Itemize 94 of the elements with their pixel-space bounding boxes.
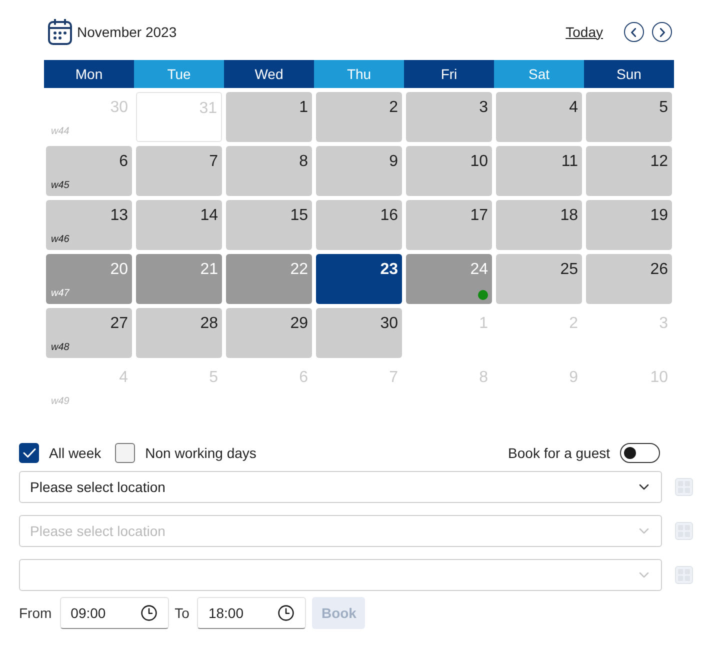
day-cell[interactable]: 17 <box>406 200 492 250</box>
weekday-header: Thu <box>314 60 404 88</box>
time-label: To <box>174 604 190 622</box>
day-number: 1 <box>299 98 308 118</box>
day-number: 8 <box>299 152 308 172</box>
checkbox-label: Non working days <box>145 444 256 463</box>
day-cell[interactable]: 29 <box>226 308 312 358</box>
month-title: November 2023 <box>77 22 177 42</box>
day-number: 14 <box>200 206 218 226</box>
day-cell[interactable]: 28 <box>136 308 222 358</box>
location-select[interactable]: Please select location <box>19 471 662 503</box>
day-number: 13 <box>110 206 128 226</box>
day-number: 5 <box>659 98 668 118</box>
toggle-label: Book for a guest <box>508 444 610 463</box>
day-number: 6 <box>119 152 128 172</box>
day-cell[interactable]: 9 <box>316 146 402 196</box>
day-number: 4 <box>569 98 578 118</box>
day-number: 10 <box>470 152 488 172</box>
time-input[interactable]: 09:00 <box>60 597 169 629</box>
previous-month-button[interactable] <box>624 22 644 42</box>
day-cell[interactable]: 25 <box>496 254 582 304</box>
checkbox[interactable] <box>115 443 136 463</box>
day-number: 7 <box>209 152 218 172</box>
day-number: 28 <box>200 314 218 334</box>
check-icon <box>22 448 36 458</box>
chevron-right-icon <box>660 28 665 36</box>
chevron-left-icon <box>631 28 636 36</box>
day-cell[interactable]: 14 <box>136 200 222 250</box>
day-cell[interactable]: 6 w45 <box>46 146 132 196</box>
day-cell[interactable]: 10 <box>406 146 492 196</box>
checkbox-label: All week <box>49 444 102 462</box>
day-number: 18 <box>560 206 578 226</box>
checkbox[interactable] <box>19 443 39 463</box>
day-cell[interactable]: 3 <box>406 92 492 142</box>
day-number: 27 <box>110 314 128 334</box>
weekday-header: Mon <box>44 60 134 88</box>
day-number: 20 <box>110 260 128 280</box>
chevron-down-icon <box>639 484 649 490</box>
day-cell[interactable]: 16 <box>316 200 402 250</box>
day-number: 25 <box>560 260 578 280</box>
day-cell[interactable]: 4 <box>496 92 582 142</box>
clock-icon <box>278 605 294 621</box>
day-number: 9 <box>389 152 398 172</box>
chevron-down-icon <box>639 572 649 578</box>
chevron-down-icon <box>639 528 649 534</box>
day-number: 23 <box>380 260 398 280</box>
day-number: 12 <box>650 152 668 172</box>
day-number: 19 <box>650 206 668 226</box>
week-number: w47 <box>51 288 70 300</box>
week-number: w49 <box>51 396 70 408</box>
day-number: 15 <box>290 206 308 226</box>
time-label: From <box>19 604 52 622</box>
day-number: 29 <box>290 314 308 334</box>
day-cell[interactable]: 7 <box>136 146 222 196</box>
week-number: w44 <box>51 126 70 138</box>
day-cell[interactable]: 30 <box>316 308 402 358</box>
weekday-header: Fri <box>404 60 494 88</box>
weekday-header: Sat <box>494 60 584 88</box>
day-cell[interactable]: 11 <box>496 146 582 196</box>
day-cell[interactable]: 8 <box>226 146 312 196</box>
week-number: w48 <box>51 342 70 354</box>
day-number: 3 <box>479 98 488 118</box>
day-number: 2 <box>389 98 398 118</box>
weekday-header: Tue <box>134 60 224 88</box>
day-number: 30 <box>380 314 398 334</box>
weekday-header: Wed <box>224 60 314 88</box>
clock-icon <box>140 605 157 621</box>
toggle-switch[interactable] <box>620 443 660 463</box>
day-number: 17 <box>470 206 488 226</box>
day-cell[interactable]: 5 <box>586 92 672 142</box>
day-cell[interactable]: 12 <box>586 146 672 196</box>
day-cell[interactable]: 19 <box>586 200 672 250</box>
weekday-header: Sun <box>584 60 674 88</box>
day-cell[interactable]: 27 w48 <box>46 308 132 358</box>
day-cell[interactable]: 26 <box>586 254 672 304</box>
week-number: w46 <box>51 234 70 246</box>
day-number: 22 <box>290 260 308 280</box>
day-number: 21 <box>200 260 218 280</box>
day-cell[interactable]: 2 <box>316 92 402 142</box>
next-month-button[interactable] <box>652 22 672 42</box>
toggle-knob <box>624 447 636 459</box>
calendar-icon <box>48 19 72 45</box>
day-cell[interactable]: 23 <box>316 254 402 304</box>
day-cell[interactable]: 1 <box>226 92 312 142</box>
day-number: 26 <box>650 260 668 280</box>
day-cell[interactable]: 13 w46 <box>46 200 132 250</box>
day-cell[interactable]: 15 <box>226 200 312 250</box>
today-link[interactable]: Today <box>566 22 603 42</box>
day-number: 16 <box>380 206 398 226</box>
day-number: 11 <box>561 152 578 172</box>
time-input[interactable]: 18:00 <box>197 597 306 629</box>
week-number: w45 <box>51 180 70 192</box>
day-number: 24 <box>470 260 488 280</box>
day-cell[interactable]: 18 <box>496 200 582 250</box>
